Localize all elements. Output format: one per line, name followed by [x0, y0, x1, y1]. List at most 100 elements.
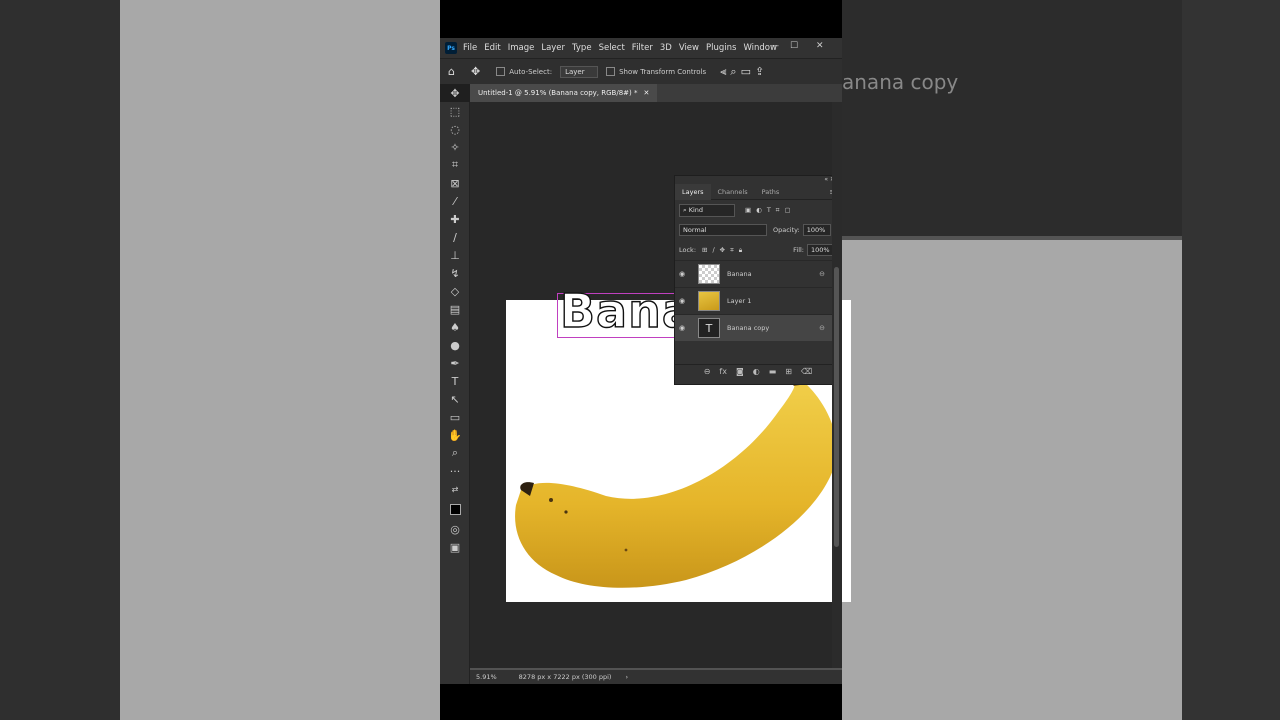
home-icon[interactable]: ⌂	[448, 65, 455, 78]
document-size: 8278 px x 7222 px (300 ppi)	[518, 673, 612, 681]
pen-icon[interactable]: ✒	[440, 354, 470, 372]
minimize-icon[interactable]: —	[770, 41, 779, 51]
hand-icon[interactable]: ✋	[440, 426, 470, 444]
menu-file[interactable]: File	[463, 43, 477, 53]
background-right: anana copy	[842, 0, 1280, 720]
brush-icon[interactable]: ∕	[440, 228, 470, 246]
move-tool-icon[interactable]: ✥	[471, 65, 480, 78]
layers-panel-tabs: Layers Channels Paths ≡	[675, 183, 839, 200]
layer-name: Banana copy	[727, 324, 770, 332]
fill-label: Fill:	[793, 246, 804, 254]
blend-mode-dropdown[interactable]: Normal	[679, 224, 767, 236]
menu-edit[interactable]: Edit	[484, 43, 500, 53]
filter-type-icons[interactable]: ▣◐T⌗▢	[745, 206, 796, 215]
zoom-icon[interactable]: ⌕	[440, 444, 470, 462]
show-transform-checkbox[interactable]: Show Transform Controls	[606, 67, 706, 76]
adjustment-icon[interactable]: ◐	[753, 367, 760, 376]
zoom-level[interactable]: 5.91%	[476, 673, 497, 681]
group-folder-icon[interactable]: ▬	[769, 367, 777, 376]
blur-icon[interactable]: ♠	[440, 318, 470, 336]
frame-icon[interactable]: ⊠	[440, 174, 470, 192]
quick-mask-icon[interactable]: ◎	[440, 520, 470, 538]
auto-select-checkbox[interactable]: Auto-Select:	[496, 67, 552, 76]
link-icon[interactable]: ⊖	[819, 270, 825, 278]
type-layer-thumbnail-icon: T	[698, 318, 720, 338]
tools-panel: ✥ ⬚ ◌ ✧ ⌗ ⊠ ⁄ ✚ ∕ ⊥ ↯ ◇ ▤ ♠ ● ✒ T ↖ ▭ ✋ …	[440, 84, 470, 684]
visibility-eye-icon[interactable]: ◉	[679, 324, 693, 332]
background-left	[0, 0, 440, 720]
lock-icons[interactable]: ⊞∕✥⌗🔒︎	[702, 246, 747, 255]
menu-view[interactable]: View	[679, 43, 699, 53]
document-tabs: Untitled-1 @ 5.91% (Banana copy, RGB/8#)…	[470, 84, 842, 102]
opacity-label: Opacity:	[773, 226, 800, 234]
menu-image[interactable]: Image	[508, 43, 535, 53]
menu-select[interactable]: Select	[599, 43, 625, 53]
visibility-eye-icon[interactable]: ◉	[679, 270, 693, 278]
crop-icon[interactable]: ⌗	[440, 156, 470, 174]
healing-icon[interactable]: ✚	[440, 210, 470, 228]
type-icon[interactable]: T	[440, 372, 470, 390]
filter-row: ⌕ Kind ▣◐T⌗▢	[675, 200, 839, 220]
magic-wand-icon[interactable]: ✧	[440, 138, 470, 156]
scroll-thumb[interactable]	[834, 267, 839, 547]
status-arrow-icon[interactable]: ›	[625, 673, 628, 681]
menu-type[interactable]: Type	[572, 43, 592, 53]
layer-row-banana-copy[interactable]: ◉ T Banana copy ⊖	[675, 314, 839, 341]
background-panel-right: anana copy	[842, 0, 1182, 236]
menu-layer[interactable]: Layer	[541, 43, 565, 53]
background-toolstrip	[0, 0, 120, 720]
search-icon[interactable]: ⌕	[730, 65, 736, 79]
eyedropper-icon[interactable]: ⁄	[440, 192, 470, 210]
layer-row-banana[interactable]: ◉ Banana ⊖	[675, 260, 839, 287]
share-icon[interactable]: ⇪	[755, 65, 764, 78]
filter-kind-dropdown[interactable]: ⌕ Kind	[679, 203, 735, 217]
blend-row: Normal Opacity: 100%	[675, 220, 839, 240]
layers-panel: « ✕ Layers Channels Paths ≡ ⌕ Kind ▣◐T⌗▢…	[674, 175, 841, 385]
tab-channels[interactable]: Channels	[711, 188, 755, 196]
document-area[interactable]: Banana « ✕ Layers Channels Paths ≡ ⌕ Kin…	[470, 102, 851, 668]
close-tab-icon[interactable]: ✕	[643, 89, 649, 97]
lock-label: Lock:	[679, 246, 697, 254]
more-tools-icon[interactable]: ···	[440, 462, 470, 480]
close-icon[interactable]: ✕	[816, 41, 824, 51]
visibility-eye-icon[interactable]: ◉	[679, 297, 693, 305]
align-icon[interactable]: ⫷	[720, 65, 726, 79]
stamp-icon[interactable]: ⊥	[440, 246, 470, 264]
opacity-field[interactable]: 100%	[802, 224, 831, 236]
link-layers-icon[interactable]: ⊖	[704, 367, 711, 376]
vertical-scrollbar[interactable]	[832, 102, 842, 668]
trash-icon[interactable]: ⌫	[801, 367, 812, 376]
screen-mode-icon[interactable]: ▣	[440, 538, 470, 556]
mask-icon[interactable]: ◙	[736, 367, 744, 376]
workspace-icon[interactable]: ▭	[741, 65, 751, 78]
tab-paths[interactable]: Paths	[755, 188, 787, 196]
fill-field[interactable]: 100%	[807, 244, 835, 256]
menu-plugins[interactable]: Plugins	[706, 43, 736, 53]
maximize-icon[interactable]: ☐	[790, 41, 798, 51]
color-swatch-icon[interactable]	[440, 498, 470, 520]
menu-filter[interactable]: Filter	[632, 43, 653, 53]
menu-3d[interactable]: 3D	[660, 43, 672, 53]
swap-colors-icon[interactable]: ⇄	[440, 480, 470, 498]
eraser-icon[interactable]: ◇	[440, 282, 470, 300]
new-layer-icon[interactable]: ⊞	[785, 367, 792, 376]
status-bar: 5.91% 8278 px x 7222 px (300 ppi) ›	[470, 670, 842, 684]
tab-layers[interactable]: Layers	[675, 183, 711, 200]
move-icon[interactable]: ✥	[440, 84, 470, 102]
layer-thumbnail	[698, 264, 720, 284]
gradient-icon[interactable]: ▤	[440, 300, 470, 318]
path-select-icon[interactable]: ↖	[440, 390, 470, 408]
background-canvas-left	[120, 0, 440, 720]
marquee-icon[interactable]: ⬚	[440, 102, 470, 120]
dodge-icon[interactable]: ●	[440, 336, 470, 354]
link-icon[interactable]: ⊖	[819, 324, 825, 332]
auto-select-target-dropdown[interactable]: Layer	[560, 65, 599, 78]
rectangle-icon[interactable]: ▭	[440, 408, 470, 426]
lasso-icon[interactable]: ◌	[440, 120, 470, 138]
history-brush-icon[interactable]: ↯	[440, 264, 470, 282]
layer-row-layer-1[interactable]: ◉ Layer 1	[675, 287, 839, 314]
layer-thumbnail	[698, 291, 720, 311]
document-tab[interactable]: Untitled-1 @ 5.91% (Banana copy, RGB/8#)…	[470, 84, 658, 102]
lock-row: Lock: ⊞∕✥⌗🔒︎ Fill: 100%	[675, 240, 839, 260]
fx-icon[interactable]: fx	[719, 367, 727, 376]
